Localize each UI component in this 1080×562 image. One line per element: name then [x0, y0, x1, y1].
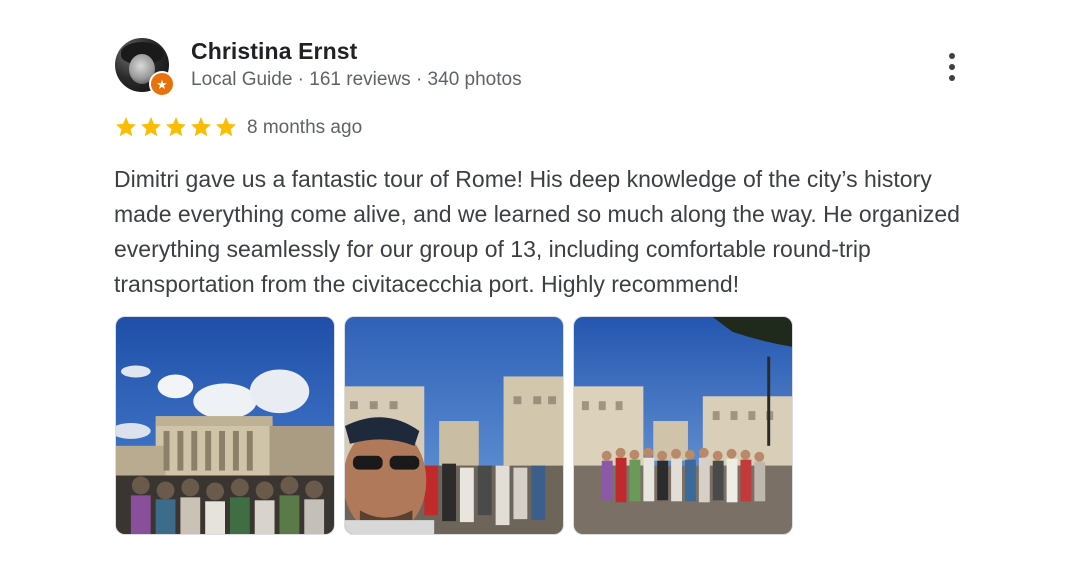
star-icon [166, 117, 186, 137]
review-date: 8 months ago [247, 117, 363, 138]
reviewer-avatar[interactable]: ★ [115, 38, 175, 97]
star-icon [141, 117, 161, 137]
star-icon [116, 117, 136, 137]
reviewer-meta: Local Guide · 161 reviews · 340 photos [191, 69, 522, 90]
star-icon [191, 117, 211, 137]
review-photo-2[interactable] [344, 316, 564, 535]
review-text: Dimitri gave us a fantastic tour of Rome… [114, 166, 960, 297]
review-photos [115, 316, 793, 535]
star-rating [114, 115, 238, 139]
reviewer-name[interactable]: Christina Ernst [191, 38, 357, 65]
star-icon [216, 117, 236, 137]
review-photo-1[interactable] [115, 316, 335, 535]
local-guide-badge-icon: ★ [149, 71, 175, 97]
more-options-button[interactable] [938, 48, 966, 86]
more-vert-icon [949, 53, 955, 59]
review-photo-3[interactable] [573, 316, 793, 535]
